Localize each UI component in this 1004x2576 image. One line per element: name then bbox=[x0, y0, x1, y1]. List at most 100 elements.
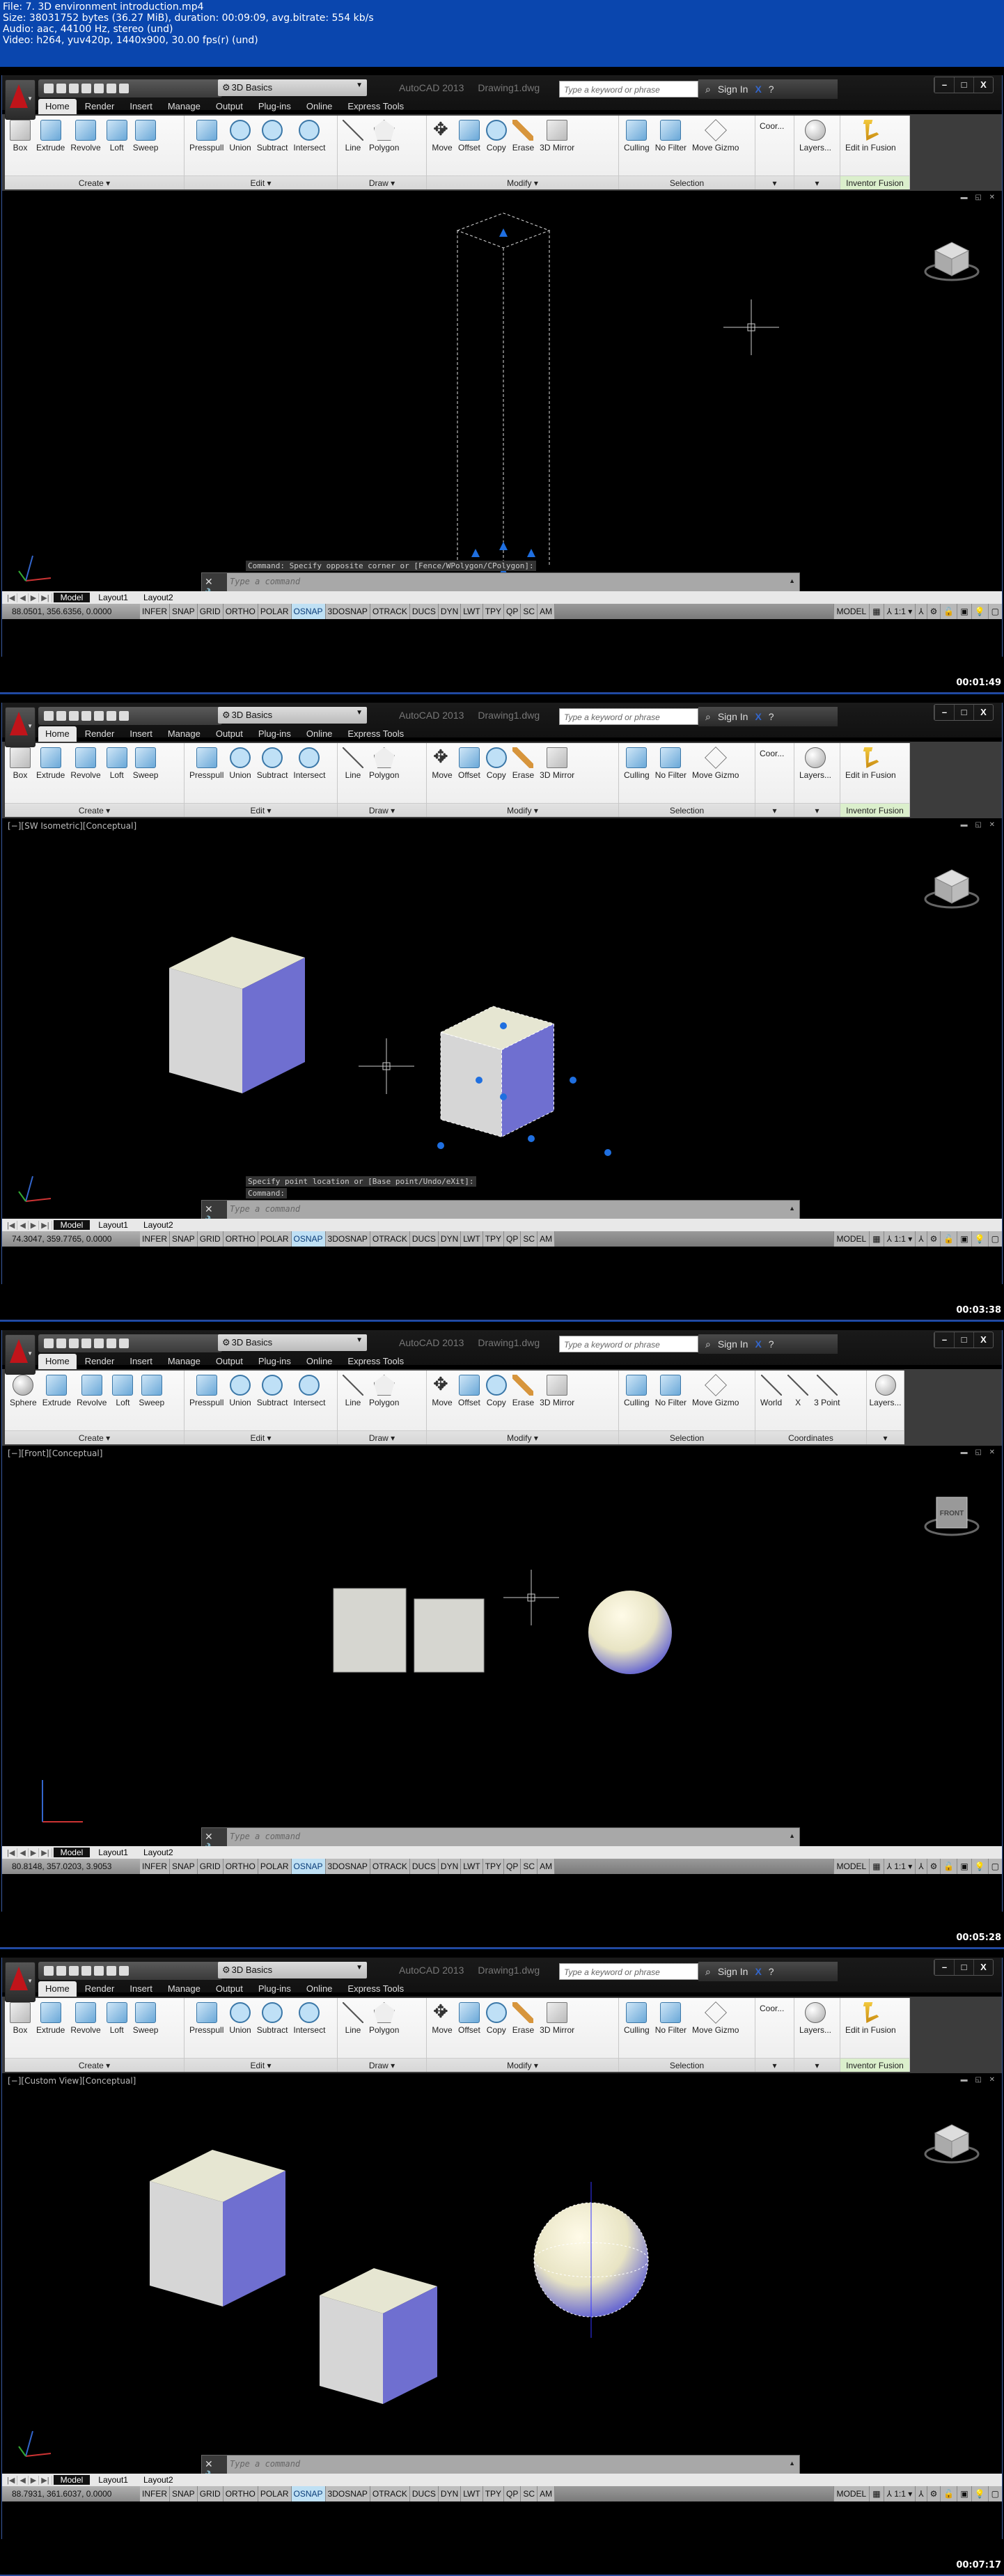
drawing-viewport[interactable]: [−][Custom View][Conceptual] ▬ ◱ ✕ bbox=[2, 2073, 1002, 2474]
coordinates-collapsed-panel-expand[interactable]: ▾ bbox=[755, 2058, 794, 2072]
exchange-icon[interactable]: X bbox=[755, 84, 761, 95]
selection-panel-title[interactable]: Selection bbox=[619, 2058, 755, 2072]
prev-tab-icon[interactable]: ◀ bbox=[17, 2475, 29, 2485]
toggle-3dosnap[interactable]: 3DOSNAP bbox=[325, 2486, 370, 2501]
toggle-ortho[interactable]: ORTHO bbox=[223, 604, 258, 619]
toggle-grid[interactable]: GRID bbox=[197, 1231, 223, 1247]
tool-move[interactable]: Move bbox=[430, 746, 455, 787]
tool-extrude[interactable]: Extrude bbox=[40, 1373, 73, 1414]
close-button[interactable]: X bbox=[973, 1332, 993, 1348]
grip-handle[interactable] bbox=[604, 1149, 611, 1156]
last-tab-icon[interactable]: ▶| bbox=[39, 1848, 52, 1857]
tool-erase[interactable]: Erase bbox=[510, 2001, 536, 2042]
tab-online[interactable]: Online bbox=[299, 1354, 340, 1369]
tab-insert[interactable]: Insert bbox=[123, 1981, 159, 1997]
toggle-3dosnap[interactable]: 3DOSNAP bbox=[325, 604, 370, 619]
toggle-otrack[interactable]: OTRACK bbox=[370, 604, 410, 619]
prev-tab-icon[interactable]: ◀ bbox=[17, 1220, 29, 1230]
tool-sweep[interactable]: Sweep bbox=[136, 1373, 166, 1414]
toggle-am[interactable]: AM bbox=[538, 2486, 556, 2501]
toggle-grid[interactable]: GRID bbox=[197, 1859, 223, 1874]
toggle-sc[interactable]: SC bbox=[521, 1231, 538, 1247]
tab-output[interactable]: Output bbox=[209, 726, 250, 742]
toggle-ortho[interactable]: ORTHO bbox=[223, 1859, 258, 1874]
tool-extrude[interactable]: Extrude bbox=[34, 118, 67, 159]
annotation-scale-button[interactable]: ⅄ 1:1 ▾ bbox=[883, 2486, 916, 2501]
plot-icon[interactable] bbox=[94, 84, 104, 93]
viewport-controls-label[interactable]: [−][SW Isometric][Conceptual] bbox=[8, 821, 136, 831]
edit-panel-title[interactable]: Edit ▾ bbox=[185, 2058, 337, 2072]
tab-express-tools[interactable]: Express Tools bbox=[340, 726, 411, 742]
toggle-lwt[interactable]: LWT bbox=[461, 604, 483, 619]
command-history-toggle[interactable]: ▲ bbox=[789, 2460, 795, 2467]
coordinates-collapsed-panel-expand[interactable]: ▾ bbox=[755, 803, 794, 817]
tab-layout1[interactable]: Layout1 bbox=[91, 2475, 135, 2485]
draw-panel-title[interactable]: Draw ▾ bbox=[338, 1430, 426, 1444]
command-input[interactable]: Type a command bbox=[230, 2459, 300, 2469]
redo-icon[interactable] bbox=[119, 1966, 129, 1976]
tool-move-gizmo[interactable]: Move Gizmo bbox=[690, 2001, 741, 2042]
modify-panel-title[interactable]: Modify ▾ bbox=[427, 2058, 618, 2072]
save-as-icon[interactable] bbox=[81, 711, 91, 721]
tool-box[interactable]: Box bbox=[8, 118, 33, 159]
toggle-sc[interactable]: SC bbox=[521, 604, 538, 619]
tab-render[interactable]: Render bbox=[78, 1981, 122, 1997]
tab-layout1[interactable]: Layout1 bbox=[91, 1220, 135, 1230]
first-tab-icon[interactable]: |◀ bbox=[5, 1220, 18, 1230]
application-menu-button[interactable]: ▼ bbox=[5, 1334, 36, 1375]
toggle-qp[interactable]: QP bbox=[504, 604, 521, 619]
next-tab-icon[interactable]: ▶ bbox=[29, 593, 40, 602]
viewport-controls-label[interactable]: [−][Custom View][Conceptual] bbox=[8, 2076, 136, 2086]
annotation-visibility-icon[interactable]: ⅄ bbox=[915, 2486, 927, 2501]
tool-extrude[interactable]: Extrude bbox=[34, 746, 67, 787]
layers-panel-expand[interactable]: ▾ bbox=[794, 2058, 840, 2072]
toggle-otrack[interactable]: OTRACK bbox=[370, 2486, 410, 2501]
lock-icon[interactable]: 🔓 bbox=[940, 604, 957, 619]
modify-panel-title[interactable]: Modify ▾ bbox=[427, 1430, 618, 1444]
toggle-dyn[interactable]: DYN bbox=[438, 604, 462, 619]
toggle-dyn[interactable]: DYN bbox=[438, 2486, 462, 2501]
quick-view-layouts-icon[interactable]: ▦ bbox=[869, 604, 884, 619]
maximize-button[interactable]: □ bbox=[954, 1960, 973, 1975]
lightbulb-icon[interactable]: 💡 bbox=[971, 1231, 988, 1247]
application-menu-button[interactable]: ▼ bbox=[5, 1962, 36, 2002]
tab-manage[interactable]: Manage bbox=[161, 99, 207, 114]
coordinates-collapsed-panel-expand[interactable]: ▾ bbox=[755, 175, 794, 189]
minimize-button[interactable]: – bbox=[934, 1960, 954, 1975]
tool-3d-mirror[interactable]: 3D Mirror bbox=[538, 746, 576, 787]
tool-intersect[interactable]: Intersect bbox=[291, 118, 327, 159]
annotation-visibility-icon[interactable]: ⅄ bbox=[915, 1231, 927, 1247]
tab-express-tools[interactable]: Express Tools bbox=[340, 1981, 411, 1997]
toggle-am[interactable]: AM bbox=[538, 1231, 556, 1247]
command-history-toggle[interactable]: ▲ bbox=[789, 577, 795, 584]
edit-panel-title[interactable]: Edit ▾ bbox=[185, 1430, 337, 1444]
first-tab-icon[interactable]: |◀ bbox=[5, 593, 18, 602]
inventor-fusion-panel-title[interactable]: Inventor Fusion bbox=[840, 175, 909, 189]
tool-layers[interactable]: Layers... bbox=[797, 746, 833, 787]
tool-loft[interactable]: Loft bbox=[110, 1373, 135, 1414]
viewcube[interactable] bbox=[924, 2124, 980, 2164]
tool-revolve[interactable]: Revolve bbox=[74, 1373, 109, 1414]
toggle-osnap[interactable]: OSNAP bbox=[291, 1859, 326, 1874]
tool-3-point[interactable]: 3 Point bbox=[812, 1373, 842, 1414]
annotation-visibility-icon[interactable]: ⅄ bbox=[915, 604, 927, 619]
tool-move-gizmo[interactable]: Move Gizmo bbox=[690, 746, 741, 787]
tab-layout1[interactable]: Layout1 bbox=[91, 593, 135, 602]
toggle-snap[interactable]: SNAP bbox=[170, 604, 198, 619]
tool-revolve[interactable]: Revolve bbox=[68, 2001, 102, 2042]
modify-panel-title[interactable]: Modify ▾ bbox=[427, 175, 618, 189]
last-tab-icon[interactable]: ▶| bbox=[39, 2475, 52, 2485]
tool-box[interactable]: Box bbox=[8, 2001, 33, 2042]
help-icon[interactable]: ? bbox=[769, 84, 774, 95]
tool-erase[interactable]: Erase bbox=[510, 746, 536, 787]
workspace-dropdown[interactable]: ⚙ 3D Basics ▼ bbox=[218, 707, 367, 724]
selected-box-wireframe[interactable] bbox=[456, 212, 551, 588]
toggle-polar[interactable]: POLAR bbox=[258, 1231, 292, 1247]
open-icon[interactable] bbox=[56, 84, 66, 93]
plot-icon[interactable] bbox=[94, 711, 104, 721]
tool-intersect[interactable]: Intersect bbox=[291, 2001, 327, 2042]
tool-sweep[interactable]: Sweep bbox=[131, 746, 161, 787]
save-icon[interactable] bbox=[69, 1966, 79, 1976]
tool-subtract[interactable]: Subtract bbox=[255, 1373, 290, 1414]
create-panel-title[interactable]: Create ▾ bbox=[5, 1430, 184, 1444]
